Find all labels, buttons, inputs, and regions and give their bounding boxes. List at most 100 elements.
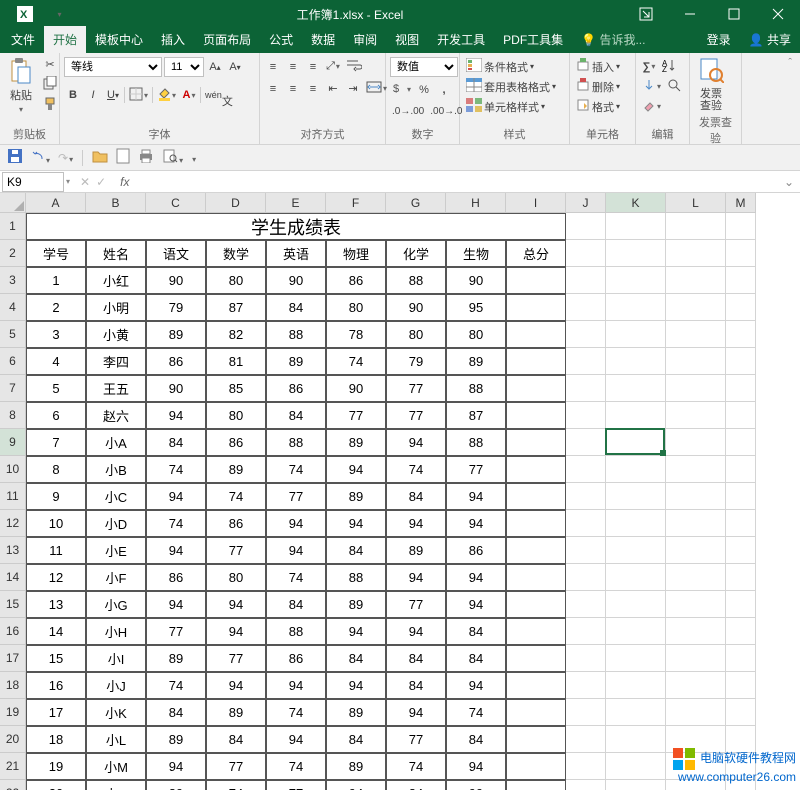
cell[interactable] xyxy=(666,348,726,375)
row-header[interactable]: 19 xyxy=(0,699,26,726)
cell[interactable]: 89 xyxy=(386,537,446,564)
cell[interactable]: 94 xyxy=(266,672,326,699)
cell[interactable] xyxy=(606,699,666,726)
cell[interactable]: 80 xyxy=(206,402,266,429)
cell[interactable] xyxy=(606,591,666,618)
cell[interactable]: 74 xyxy=(266,699,326,726)
cell[interactable]: 84 xyxy=(146,429,206,456)
italic-button[interactable]: I xyxy=(84,86,102,104)
cell[interactable] xyxy=(726,429,756,456)
cell[interactable]: 74 xyxy=(266,753,326,780)
collapse-ribbon-button[interactable]: ˆ xyxy=(788,57,792,69)
column-header[interactable]: L xyxy=(666,193,726,213)
cell[interactable]: 学号 xyxy=(26,240,86,267)
cell[interactable] xyxy=(506,321,566,348)
column-header[interactable]: G xyxy=(386,193,446,213)
column-header[interactable]: D xyxy=(206,193,266,213)
cell[interactable] xyxy=(726,267,756,294)
row-header[interactable]: 15 xyxy=(0,591,26,618)
cell[interactable] xyxy=(606,429,666,456)
cell[interactable]: 94 xyxy=(206,672,266,699)
cell[interactable] xyxy=(726,348,756,375)
cell[interactable]: 94 xyxy=(266,537,326,564)
cell[interactable]: 18 xyxy=(26,726,86,753)
cell[interactable]: 84 xyxy=(146,699,206,726)
cell[interactable]: 小D xyxy=(86,510,146,537)
cell[interactable]: 86 xyxy=(266,375,326,402)
cell[interactable]: 94 xyxy=(146,753,206,780)
cell[interactable]: 74 xyxy=(206,483,266,510)
cell[interactable]: 94 xyxy=(386,699,446,726)
cell[interactable]: 77 xyxy=(146,618,206,645)
cell[interactable]: 84 xyxy=(266,294,326,321)
cell[interactable]: 小L xyxy=(86,726,146,753)
cell[interactable]: 81 xyxy=(206,348,266,375)
cell[interactable] xyxy=(506,402,566,429)
cut-button[interactable]: ✂ xyxy=(41,55,59,73)
row-header[interactable]: 1 xyxy=(0,213,26,240)
align-right-button[interactable]: ≡ xyxy=(304,80,322,98)
underline-button[interactable]: U ▾ xyxy=(104,86,122,104)
cell[interactable] xyxy=(606,456,666,483)
cell[interactable]: 94 xyxy=(326,672,386,699)
cell[interactable]: 8 xyxy=(26,456,86,483)
cell[interactable] xyxy=(726,564,756,591)
cell[interactable]: 89 xyxy=(266,348,326,375)
column-header[interactable]: I xyxy=(506,193,566,213)
row-header[interactable]: 14 xyxy=(0,564,26,591)
cell[interactable]: 李四 xyxy=(86,348,146,375)
cell[interactable]: 小G xyxy=(86,591,146,618)
cell[interactable]: 王五 xyxy=(86,375,146,402)
ribbon-options-icon[interactable] xyxy=(624,0,668,28)
select-all-corner[interactable] xyxy=(0,193,26,213)
qat-redo-button[interactable]: ↷ xyxy=(55,149,76,167)
autosum-button[interactable]: ∑ xyxy=(640,58,658,76)
close-button[interactable] xyxy=(756,0,800,28)
fx-button[interactable]: fx xyxy=(114,175,135,189)
cell[interactable] xyxy=(566,564,606,591)
format-as-table-button[interactable]: 套用表格格式▾ xyxy=(464,77,565,96)
cell[interactable]: 小J xyxy=(86,672,146,699)
row-header[interactable]: 16 xyxy=(0,618,26,645)
cell[interactable]: 94 xyxy=(446,564,506,591)
column-header[interactable]: H xyxy=(446,193,506,213)
cell[interactable]: 88 xyxy=(386,267,446,294)
cell[interactable] xyxy=(566,780,606,790)
cell[interactable]: 赵六 xyxy=(86,402,146,429)
qat-save-button[interactable] xyxy=(4,146,26,169)
cell[interactable]: 84 xyxy=(206,726,266,753)
cell[interactable] xyxy=(506,618,566,645)
increase-decimal-button[interactable]: .0→.00 xyxy=(390,102,426,120)
cell[interactable] xyxy=(606,510,666,537)
cell[interactable]: 89 xyxy=(146,780,206,790)
cell[interactable]: 86 xyxy=(326,267,386,294)
cell[interactable] xyxy=(726,618,756,645)
cell[interactable] xyxy=(726,645,756,672)
cell[interactable]: 77 xyxy=(206,645,266,672)
row-header[interactable]: 8 xyxy=(0,402,26,429)
cell[interactable]: 89 xyxy=(206,699,266,726)
cell[interactable] xyxy=(606,672,666,699)
cell[interactable]: 94 xyxy=(446,672,506,699)
cell[interactable]: 84 xyxy=(266,402,326,429)
row-header[interactable]: 17 xyxy=(0,645,26,672)
cell[interactable] xyxy=(606,753,666,780)
cell[interactable]: 86 xyxy=(206,429,266,456)
cell[interactable]: 90 xyxy=(146,375,206,402)
cell[interactable]: 20 xyxy=(26,780,86,790)
row-header[interactable]: 5 xyxy=(0,321,26,348)
cell[interactable]: 86 xyxy=(146,564,206,591)
cell[interactable]: 74 xyxy=(146,456,206,483)
align-center-button[interactable]: ≡ xyxy=(284,80,302,98)
cell[interactable]: 89 xyxy=(326,699,386,726)
column-header[interactable]: E xyxy=(266,193,326,213)
cell[interactable]: 89 xyxy=(326,483,386,510)
format-cells-button[interactable]: 格式▾ xyxy=(574,97,622,116)
cell[interactable] xyxy=(666,213,726,240)
cell[interactable] xyxy=(566,591,606,618)
cell[interactable]: 小H xyxy=(86,618,146,645)
cell[interactable]: 89 xyxy=(206,456,266,483)
increase-indent-button[interactable]: ⇥ xyxy=(344,80,362,98)
cell[interactable] xyxy=(506,753,566,780)
cell[interactable]: 94 xyxy=(386,564,446,591)
